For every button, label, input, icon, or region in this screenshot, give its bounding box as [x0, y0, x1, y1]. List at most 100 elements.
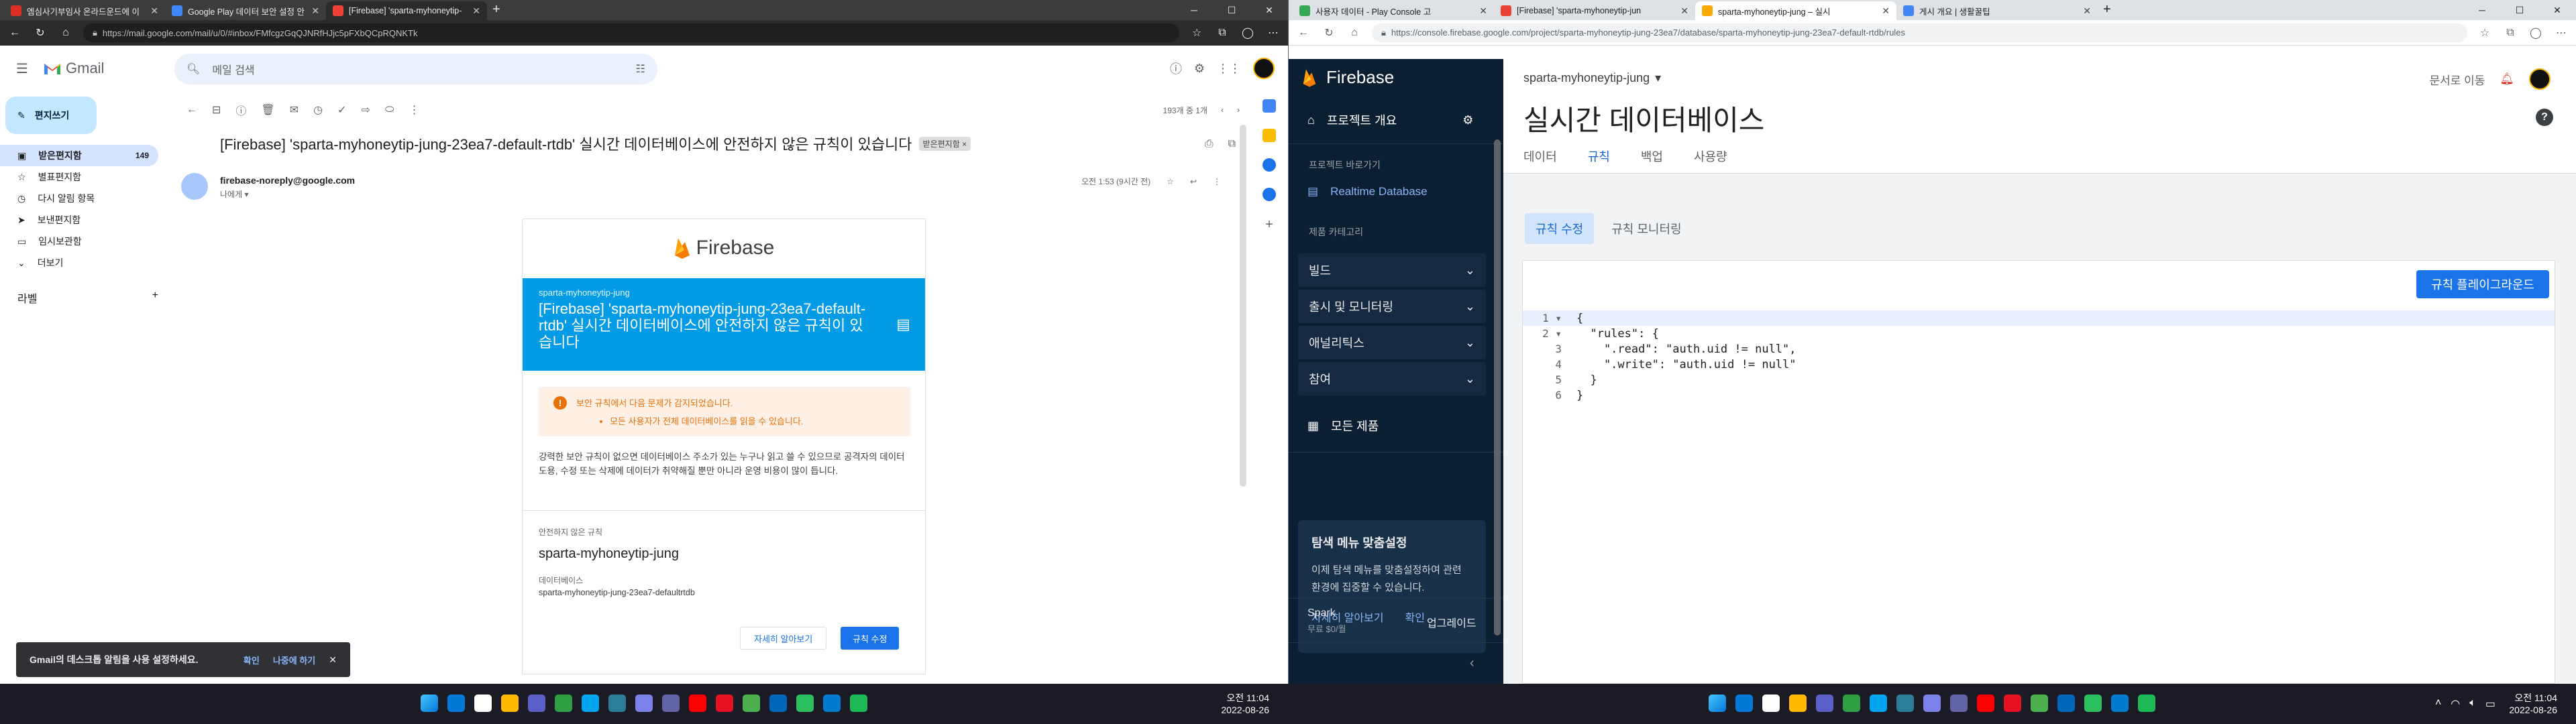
- back-icon[interactable]: ←: [1295, 27, 1311, 39]
- taskbar-app-icon[interactable]: [1789, 695, 1807, 712]
- taskbar-app-icon[interactable]: [1735, 695, 1753, 712]
- taskbar-app-icon[interactable]: [743, 695, 760, 712]
- card-ok-link[interactable]: 확인: [1405, 609, 1425, 625]
- account-avatar[interactable]: [1253, 58, 1275, 79]
- firebase-brand[interactable]: Firebase: [1302, 67, 1394, 88]
- inbox-label-chip[interactable]: 받은편지함 ×: [918, 136, 971, 151]
- taskbar-app-icon[interactable]: [662, 695, 680, 712]
- tab-close-icon[interactable]: ✕: [1882, 5, 1890, 17]
- help-icon[interactable]: ⓘ: [1170, 60, 1182, 77]
- snooze-icon[interactable]: ◷: [313, 103, 323, 117]
- close-window-icon[interactable]: ✕: [2538, 0, 2576, 20]
- taskbar-app-icon[interactable]: [1843, 695, 1860, 712]
- upgrade-button[interactable]: 업그레이드: [1427, 614, 1477, 630]
- more-icon[interactable]: ⋯: [2553, 26, 2569, 40]
- project-overview-link[interactable]: ⌂ 프로젝트 개요 ⚙: [1307, 111, 1473, 129]
- home-icon[interactable]: ⌂: [58, 27, 74, 39]
- taskbar-app-icon[interactable]: [1762, 695, 1780, 712]
- browser-tab[interactable]: 사용자 데이터 - Play Console 고 ✕: [1293, 1, 1494, 20]
- tab-close-icon[interactable]: ✕: [150, 5, 158, 17]
- back-to-inbox-icon[interactable]: ←: [186, 104, 197, 116]
- browser-tab[interactable]: 게시 개요 | 생활꿀팁 ✕: [1896, 1, 2098, 20]
- start-menu-icon[interactable]: [1709, 695, 1726, 712]
- report-spam-icon[interactable]: ⓘ: [235, 102, 246, 118]
- nav-item-sent[interactable]: ➤ 보낸편지함: [0, 209, 158, 231]
- rules-editor[interactable]: 규칙 플레이그라운드 1 ▾ { 2 ▾ "rules": { 3 ".read…: [1522, 260, 2555, 684]
- tab-rules[interactable]: 규칙: [1585, 147, 1613, 176]
- compose-button[interactable]: ✎ 편지쓰기: [5, 97, 97, 134]
- browser-tab[interactable]: Google Play 데이터 보안 설정 안 ✕: [165, 1, 326, 20]
- url-field[interactable]: 🔒︎ https://console.firebase.google.com/p…: [1372, 23, 2467, 42]
- settings-gear-icon[interactable]: ⚙: [1462, 113, 1473, 127]
- toast-close-icon[interactable]: ✕: [329, 654, 337, 666]
- taskbar-app-icon[interactable]: [2057, 695, 2075, 712]
- contacts-icon[interactable]: [1263, 188, 1276, 201]
- add-task-icon[interactable]: ✓: [337, 103, 346, 117]
- profile-icon[interactable]: ◯: [1240, 26, 1256, 40]
- browser-tab-active[interactable]: sparta-myhoneytip-jung – 실시 ✕: [1695, 1, 1896, 20]
- new-tab-icon[interactable]: +: [492, 2, 500, 17]
- sender-address[interactable]: firebase-noreply@google.com: [220, 175, 355, 186]
- taskbar-app-icon[interactable]: [1923, 695, 1941, 712]
- more-icon[interactable]: ⋯: [1265, 26, 1281, 40]
- nav-item-inbox[interactable]: ▣ 받은편지함 149: [0, 145, 158, 166]
- taskbar-app-icon[interactable]: [528, 695, 545, 712]
- tab-close-icon[interactable]: ✕: [1479, 5, 1487, 17]
- system-clock[interactable]: 오전 11:04 2022-08-26: [2509, 692, 2557, 716]
- taskbar-app-icon[interactable]: [635, 695, 653, 712]
- taskbar-app-icon[interactable]: [769, 695, 787, 712]
- minimize-icon[interactable]: ─: [2463, 0, 2501, 20]
- apps-grid-icon[interactable]: ⋮⋮: [1217, 62, 1241, 76]
- browser-tab[interactable]: [Firebase] 'sparta-myhoneytip-jun ✕: [1494, 1, 1695, 20]
- taskbar-app-icon[interactable]: [2031, 695, 2048, 712]
- open-new-window-icon[interactable]: ⧉: [1228, 138, 1236, 150]
- taskbar-app-icon[interactable]: [2111, 695, 2129, 712]
- profile-icon[interactable]: ◯: [2528, 26, 2544, 40]
- move-to-icon[interactable]: ⇨: [362, 103, 370, 117]
- tab-data[interactable]: 데이터: [1523, 147, 1557, 165]
- taskbar-app-icon[interactable]: [850, 695, 867, 712]
- browser-tab-active[interactable]: [Firebase] 'sparta-myhoneytip- ✕: [326, 1, 487, 20]
- nav-item-more[interactable]: ⌄ 더보기: [0, 252, 158, 274]
- main-menu-icon[interactable]: ☰: [16, 60, 32, 77]
- start-menu-icon[interactable]: [421, 695, 438, 712]
- taskbar-app-icon[interactable]: [716, 695, 733, 712]
- taskbar-app-icon[interactable]: [582, 695, 599, 712]
- taskbar-app-icon[interactable]: [796, 695, 814, 712]
- maximize-icon[interactable]: ☐: [2501, 0, 2538, 20]
- nav-item-drafts[interactable]: ▭ 임시보관함: [0, 231, 158, 252]
- toast-later-button[interactable]: 나중에 하기: [273, 654, 315, 666]
- tab-close-icon[interactable]: ✕: [472, 5, 480, 17]
- search-options-icon[interactable]: ☷: [636, 62, 645, 76]
- browser-tab[interactable]: 엠심사기부임사 온라드운드에 이 ✕: [4, 1, 165, 20]
- sidebar-group-engage[interactable]: 참여 ⌄: [1298, 362, 1486, 396]
- toast-ok-button[interactable]: 확인: [244, 654, 260, 666]
- star-message-icon[interactable]: ☆: [1167, 177, 1174, 186]
- calendar-icon[interactable]: [1263, 99, 1276, 113]
- sidebar-scrollbar[interactable]: [1494, 139, 1501, 636]
- sidebar-group-release[interactable]: 출시 및 모니터링 ⌄: [1298, 290, 1486, 323]
- tab-close-icon[interactable]: ✕: [1680, 5, 1688, 17]
- system-clock[interactable]: 오전 11:04 2022-08-26: [1221, 692, 1269, 716]
- label-icon[interactable]: ⬭: [385, 104, 394, 116]
- tasks-icon[interactable]: [1263, 158, 1276, 172]
- taskbar-app-icon[interactable]: [689, 695, 706, 712]
- taskbar-app-icon[interactable]: [1870, 695, 1887, 712]
- taskbar-app-icon[interactable]: [1896, 695, 1914, 712]
- back-icon[interactable]: ←: [7, 27, 23, 39]
- tab-close-icon[interactable]: ✕: [2083, 5, 2091, 17]
- archive-icon[interactable]: ⊟: [212, 103, 221, 117]
- speaker-icon[interactable]: 🔈︎: [2469, 697, 2476, 711]
- add-addon-icon[interactable]: +: [1265, 217, 1273, 233]
- help-icon[interactable]: ?: [2536, 109, 2553, 126]
- learn-more-button[interactable]: 자세히 알아보기: [740, 627, 827, 650]
- message-more-icon[interactable]: ⋮: [1213, 177, 1221, 186]
- taskbar-app-icon[interactable]: [2138, 695, 2155, 712]
- tab-close-icon[interactable]: ✕: [311, 5, 319, 17]
- recipient-toggle[interactable]: 나에게 ▾: [220, 188, 248, 200]
- sidebar-group-analytics[interactable]: 애널리틱스 ⌄: [1298, 326, 1486, 359]
- subtab-rules-monitoring[interactable]: 규칙 모니터링: [1606, 213, 1686, 244]
- collections-icon[interactable]: ⧉: [2502, 27, 2518, 39]
- taskbar-app-icon[interactable]: [555, 695, 572, 712]
- mail-search-bar[interactable]: 🔍︎ 메일 검색 ☷: [174, 54, 657, 84]
